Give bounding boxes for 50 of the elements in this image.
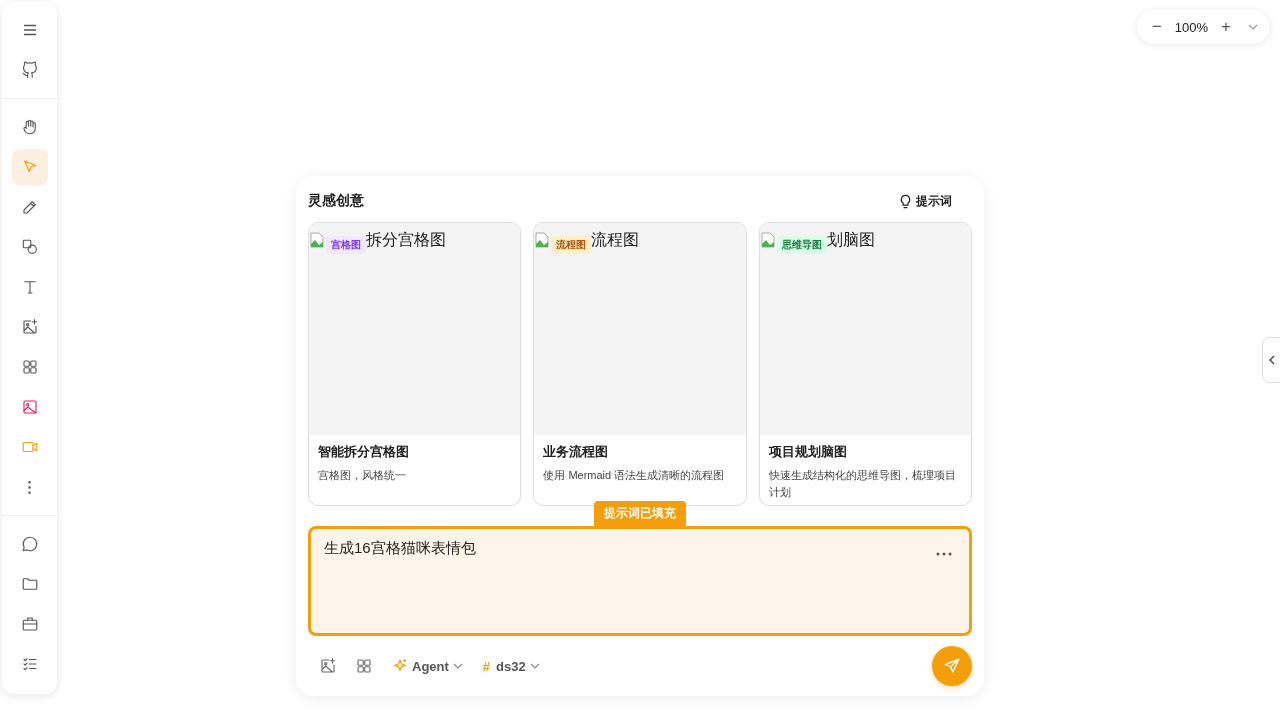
briefcase-icon [20, 615, 39, 633]
model-dropdown[interactable]: # ds32 [476, 654, 546, 678]
card-description: 宫格图，风格统一 [318, 468, 407, 483]
pencil-icon [20, 198, 39, 216]
image-icon [20, 398, 39, 416]
card-description: 快速生成结构化的思维导图，梳理项目计划 [768, 468, 957, 500]
template-card[interactable]: 宫格图 拆分宫格图 智能拆分宫格图 宫格图，风格统一 [308, 222, 522, 506]
lightbulb-icon [899, 193, 912, 209]
add-image-icon [20, 318, 39, 336]
agent-dropdown[interactable]: Agent [386, 654, 469, 678]
prompt-button[interactable]: 提示词 [899, 192, 952, 210]
send-button[interactable] [932, 646, 972, 686]
more-icon [28, 480, 31, 494]
card-title: 智能拆分宫格图 [318, 443, 410, 461]
zoom-in-button[interactable]: + [1218, 17, 1234, 37]
more-icon[interactable] [936, 552, 952, 556]
grid-icon [355, 657, 373, 675]
chevron-down-icon [452, 663, 463, 669]
hand-icon [20, 118, 39, 136]
broken-image-icon [535, 232, 550, 248]
image-alt-text: 划脑图 [826, 229, 875, 250]
image-alt-text: 拆分宫格图 [366, 229, 446, 250]
template-card[interactable]: 流程图 流程图 业务流程图 使用 Mermaid 语法生成清晰的流程图 [533, 222, 747, 506]
card-description: 使用 Mermaid 语法生成清晰的流程图 [543, 468, 726, 483]
prompt-input[interactable]: 生成16宫格猫咪表情包 [308, 526, 972, 636]
send-icon [943, 657, 961, 675]
sparkle-icon [392, 658, 408, 674]
panel-title: 灵感创意 [308, 192, 364, 210]
chevron-down-icon [529, 663, 540, 669]
zoom-out-button[interactable]: − [1148, 17, 1165, 37]
shapes-icon [20, 238, 39, 256]
template-card[interactable]: 思维导图 划脑图 项目规划脑图 快速生成结构化的思维导图，梳理项目计划 [758, 222, 972, 506]
chevron-left-icon [1268, 355, 1276, 365]
category-tag: 思维导图 [776, 236, 827, 254]
broken-image-icon [310, 232, 324, 248]
checklist-icon [20, 655, 39, 673]
image-alt-text: 流程图 [591, 229, 640, 250]
chevron-down-icon[interactable] [1248, 24, 1258, 30]
card-title: 业务流程图 [543, 443, 610, 461]
card-title: 项目规划脑图 [768, 443, 848, 461]
category-tag: 宫格图 [326, 236, 366, 254]
zoom-level: 100% [1174, 19, 1208, 35]
broken-image-icon [760, 232, 775, 248]
add-image-icon [319, 657, 337, 675]
category-tag: 流程图 [551, 236, 592, 254]
grid-icon [20, 358, 39, 376]
chat-icon [20, 535, 39, 553]
panel-toggle-button[interactable] [1262, 337, 1280, 383]
status-badge: 提示词已填充 [594, 501, 686, 526]
folder-icon [20, 575, 39, 593]
